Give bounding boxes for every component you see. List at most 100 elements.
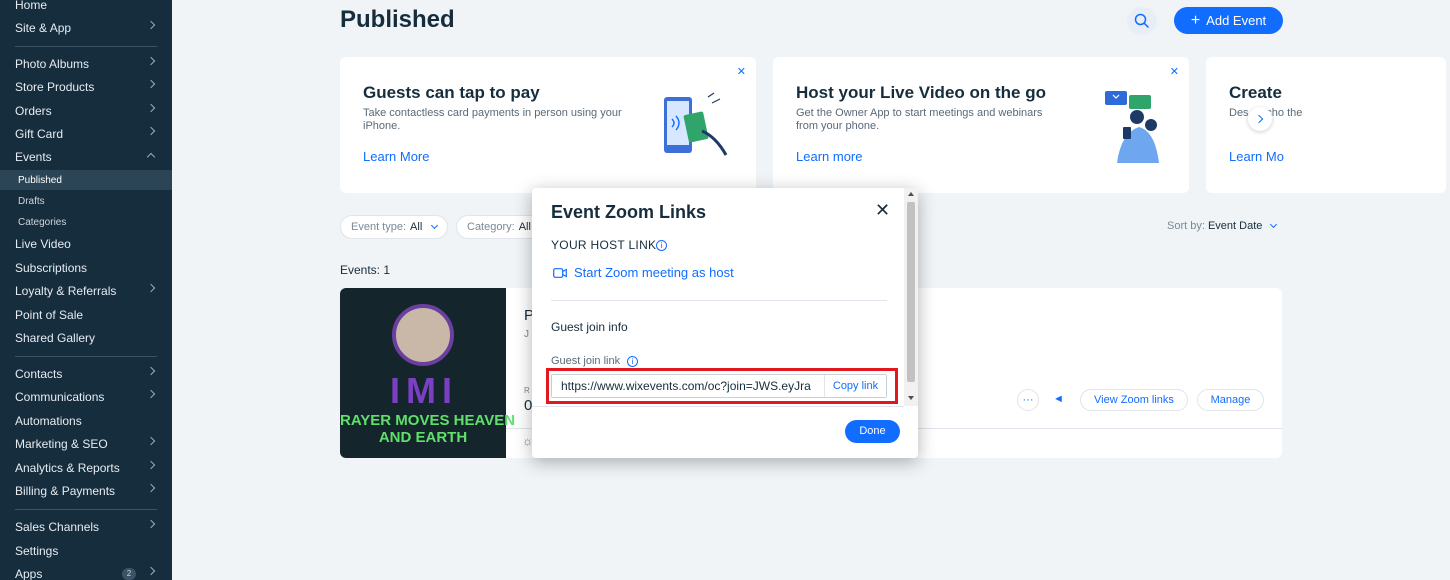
sidebar-item-contacts[interactable]: Contacts (0, 363, 172, 385)
sidebar-item-label: Live Video (15, 237, 71, 251)
megaphone-icon[interactable]: ◄ (1053, 393, 1064, 405)
sidebar-item-apps[interactable]: Apps 2 (0, 563, 172, 580)
live-video-illustration (1105, 91, 1159, 163)
sidebar-item-events[interactable]: Events (0, 146, 172, 168)
done-button[interactable]: Done (845, 420, 900, 443)
sidebar-item-site-app[interactable]: Site & App (0, 17, 172, 39)
learn-more-link[interactable]: Learn Mo (1229, 149, 1284, 164)
promo-card-tap-to-pay: Guests can tap to pay Take contactless c… (340, 57, 756, 193)
promo-description: Take contactless card payments in person… (363, 107, 622, 132)
modal-scrollbar[interactable] (904, 188, 918, 406)
guest-join-link-label-text: Guest join link (551, 355, 621, 367)
sidebar-item-point-of-sale[interactable]: Point of Sale (0, 304, 172, 326)
sidebar-item-label: Shared Gallery (15, 331, 96, 345)
chevron-right-icon (146, 460, 156, 470)
start-zoom-link[interactable]: Start Zoom meeting as host (553, 265, 734, 280)
chevron-down-icon (1270, 220, 1278, 229)
manage-button[interactable]: Manage (1197, 389, 1264, 411)
host-link-label: YOUR HOST LINK i (551, 238, 668, 252)
sidebar-item-label: Communications (15, 390, 105, 404)
search-button[interactable] (1127, 7, 1157, 35)
chevron-down-icon (431, 221, 439, 230)
chevron-right-icon (146, 389, 156, 399)
close-icon[interactable]: ✕ (1170, 65, 1179, 78)
chevron-right-icon (146, 366, 156, 376)
event-image-text-line2: AND EARTH (378, 429, 468, 446)
sort-label: Sort by: (1167, 220, 1205, 232)
chevron-right-icon (146, 79, 156, 89)
carousel-next-button[interactable] (1248, 107, 1272, 131)
sidebar-item-label: Subscriptions (15, 261, 88, 275)
search-icon (1134, 13, 1150, 29)
sidebar-divider (15, 356, 157, 357)
scroll-up-icon[interactable] (908, 192, 914, 196)
sidebar-item-label: Apps (15, 567, 43, 580)
chevron-right-icon (146, 566, 156, 576)
sidebar-item-sales-channels[interactable]: Sales Channels (0, 516, 172, 538)
sidebar-item-automations[interactable]: Automations (0, 410, 172, 432)
sidebar-item-home[interactable]: Home (0, 0, 172, 16)
chevron-right-icon (146, 126, 156, 136)
scroll-thumb[interactable] (907, 202, 915, 382)
sidebar-divider (15, 509, 157, 510)
sidebar-item-label: Analytics & Reports (15, 461, 120, 475)
promo-description: Get the Owner App to start meetings and … (796, 107, 1043, 132)
sidebar-item-orders[interactable]: Orders (0, 100, 172, 122)
sort-by-dropdown[interactable]: Sort by: Event Date (1167, 220, 1278, 232)
chevron-right-icon (1254, 114, 1264, 124)
sidebar-item-subscriptions[interactable]: Subscriptions (0, 257, 172, 279)
guest-join-link-label: Guest join link i (551, 355, 639, 367)
info-icon[interactable]: i (627, 355, 639, 367)
info-icon[interactable]: i (656, 240, 668, 252)
sidebar-item-gift-card[interactable]: Gift Card (0, 123, 172, 145)
learn-more-link[interactable]: Learn more (796, 149, 862, 164)
chevron-right-icon (146, 436, 156, 446)
filter-value: All (518, 221, 531, 233)
scroll-down-icon[interactable] (908, 396, 914, 400)
sidebar-item-billing-payments[interactable]: Billing & Payments (0, 480, 172, 502)
sidebar-item-label: Published (18, 174, 62, 186)
learn-more-link[interactable]: Learn More (363, 149, 429, 164)
sidebar-item-label: Store Products (15, 80, 95, 94)
filter-value: All (410, 221, 423, 233)
sidebar-item-shared-gallery[interactable]: Shared Gallery (0, 327, 172, 349)
sidebar-item-analytics-reports[interactable]: Analytics & Reports (0, 457, 172, 479)
close-icon[interactable]: ✕ (875, 200, 890, 221)
sidebar-item-marketing-seo[interactable]: Marketing & SEO (0, 433, 172, 455)
sidebar-item-label: Contacts (15, 367, 63, 381)
promo-card-live-video: Host your Live Video on the go Get the O… (773, 57, 1189, 193)
add-event-label: Add Event (1206, 13, 1267, 28)
rsvp-label: R (524, 386, 530, 395)
modal-title: Event Zoom Links (551, 202, 707, 222)
plus-icon: + (1190, 11, 1201, 29)
sidebar-item-label: Marketing & SEO (15, 437, 108, 451)
promo-card-create: Create Des n i cho the Learn Mo (1206, 57, 1446, 193)
sidebar-item-photo-albums[interactable]: Photo Albums (0, 53, 172, 75)
sidebar-item-label: Settings (15, 544, 59, 558)
modal-footer-divider (532, 406, 904, 407)
highlight-box (546, 368, 898, 404)
sidebar-item-settings[interactable]: Settings (0, 540, 172, 562)
event-image-letters: IMI (390, 370, 458, 411)
sidebar-subitem-published[interactable]: Published (0, 170, 172, 190)
sidebar-item-loyalty-referrals[interactable]: Loyalty & Referrals (0, 280, 172, 302)
add-event-button[interactable]: + Add Event (1174, 7, 1283, 34)
sidebar-subitem-categories[interactable]: Categories (0, 212, 172, 232)
modal-divider (551, 300, 887, 301)
sidebar-item-label: Orders (15, 104, 52, 118)
chevron-right-icon (146, 519, 156, 529)
view-zoom-links-button[interactable]: View Zoom links (1080, 389, 1188, 411)
chevron-right-icon (146, 20, 156, 30)
sidebar-item-label: Billing & Payments (15, 484, 116, 498)
more-actions-button[interactable]: ··· (1017, 389, 1039, 411)
sidebar-subitem-drafts[interactable]: Drafts (0, 191, 172, 211)
sidebar-item-live-video[interactable]: Live Video (0, 233, 172, 255)
zoom-links-modal: Event Zoom Links ✕ YOUR HOST LINK i Start… (532, 188, 918, 458)
event-image: IMI RAYER MOVES HEAVEN AND EARTH (340, 288, 515, 458)
sidebar-item-store-products[interactable]: Store Products (0, 76, 172, 98)
close-icon[interactable]: ✕ (737, 65, 746, 78)
sidebar-item-label: Drafts (18, 195, 45, 207)
sidebar-item-label: Categories (18, 216, 67, 228)
event-type-filter[interactable]: Event type: All (340, 215, 449, 239)
sidebar-item-communications[interactable]: Communications (0, 386, 172, 408)
